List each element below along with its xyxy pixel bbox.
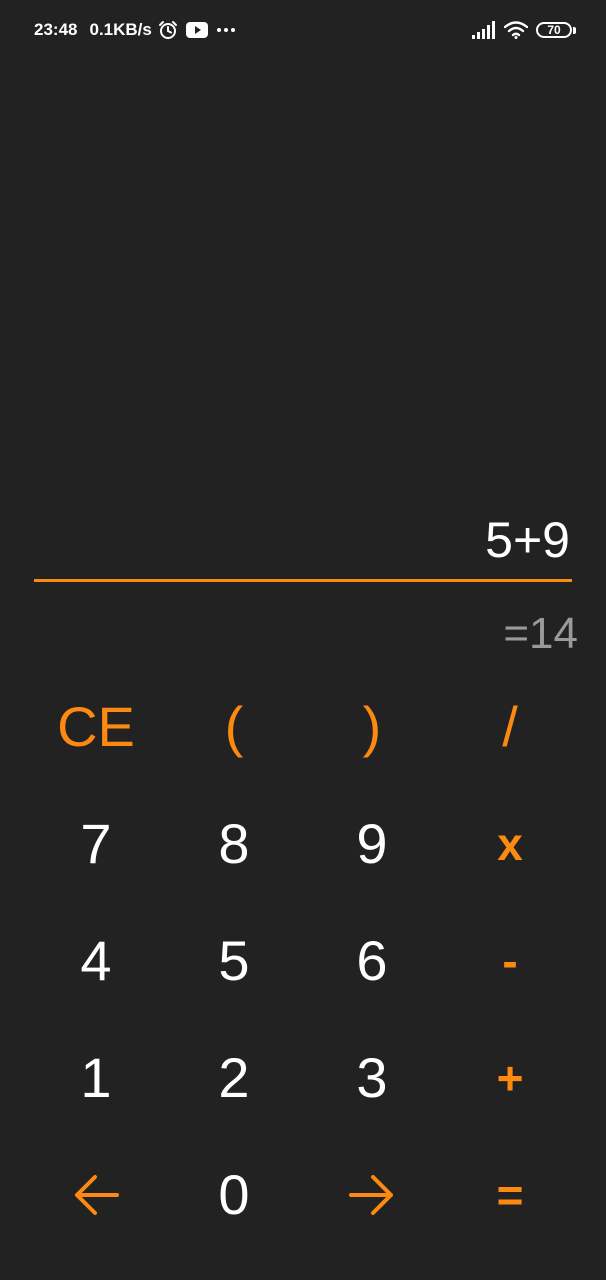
cursor-right-button[interactable] <box>303 1136 441 1253</box>
digit-0-button[interactable]: 0 <box>165 1136 303 1253</box>
signal-icon <box>472 21 496 39</box>
divide-button[interactable]: / <box>441 668 579 785</box>
more-dots-icon <box>216 27 236 33</box>
arrow-left-icon <box>71 1173 121 1217</box>
youtube-icon <box>185 22 208 38</box>
battery-cap <box>573 26 576 34</box>
battery-icon: 70 <box>536 22 572 38</box>
multiply-button[interactable]: x <box>441 785 579 902</box>
arrow-right-icon <box>347 1173 397 1217</box>
status-left: 23:48 0.1KB/s <box>34 18 236 42</box>
cursor-left-button[interactable] <box>27 1136 165 1253</box>
status-bar: 23:48 0.1KB/s 70 <box>0 0 606 60</box>
subtract-button[interactable]: - <box>441 902 579 1019</box>
digit-6-button[interactable]: 6 <box>303 902 441 1019</box>
keypad: CE ( ) / 7 8 9 x 4 5 6 - 1 2 3 + 0 = <box>27 668 579 1253</box>
alarm-icon <box>158 20 178 40</box>
open-paren-button[interactable]: ( <box>165 668 303 785</box>
digit-7-button[interactable]: 7 <box>27 785 165 902</box>
digit-4-button[interactable]: 4 <box>27 902 165 1019</box>
status-right: 70 <box>464 18 576 42</box>
close-paren-button[interactable]: ) <box>303 668 441 785</box>
wifi-icon <box>504 21 528 39</box>
add-button[interactable]: + <box>441 1019 579 1136</box>
expression-underline <box>34 579 572 582</box>
digit-2-button[interactable]: 2 <box>165 1019 303 1136</box>
expression-display[interactable]: 5+9 <box>485 508 570 572</box>
battery-level: 70 <box>547 23 561 37</box>
digit-8-button[interactable]: 8 <box>165 785 303 902</box>
status-time: 23:48 <box>34 20 78 39</box>
equals-button[interactable]: = <box>441 1136 579 1253</box>
clear-button[interactable]: CE <box>27 668 165 785</box>
result-display: =14 <box>503 609 578 658</box>
digit-9-button[interactable]: 9 <box>303 785 441 902</box>
digit-5-button[interactable]: 5 <box>165 902 303 1019</box>
digit-1-button[interactable]: 1 <box>27 1019 165 1136</box>
network-speed: 0.1KB/s <box>89 20 152 39</box>
digit-3-button[interactable]: 3 <box>303 1019 441 1136</box>
